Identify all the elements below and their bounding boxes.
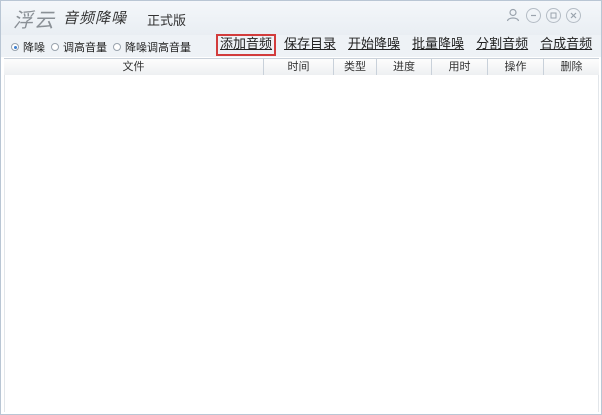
title-bar[interactable]: 浮云 音频降噪 正式版 bbox=[1, 1, 601, 35]
column-header-delete[interactable]: 删除 bbox=[544, 59, 599, 75]
product-name: 音频降噪 bbox=[63, 9, 128, 27]
mode-denoise-volume-up-radio[interactable]: 降噪调高音量 bbox=[113, 39, 191, 55]
mode-label: 调高音量 bbox=[63, 41, 107, 54]
file-list[interactable] bbox=[4, 75, 599, 412]
mode-label: 降噪调高音量 bbox=[125, 41, 191, 54]
column-header-elapsed[interactable]: 用时 bbox=[432, 59, 488, 75]
column-header-operation[interactable]: 操作 bbox=[488, 59, 544, 75]
minimize-icon[interactable] bbox=[526, 8, 541, 23]
mode-denoise-radio[interactable]: 降噪 bbox=[11, 39, 45, 55]
radio-selected-icon bbox=[11, 43, 19, 51]
radio-unselected-icon bbox=[113, 43, 121, 51]
window-controls bbox=[504, 6, 581, 23]
split-audio-button[interactable]: 分割音频 bbox=[474, 36, 530, 54]
batch-denoise-button[interactable]: 批量降噪 bbox=[410, 36, 466, 54]
radio-unselected-icon bbox=[51, 43, 59, 51]
mode-label: 降噪 bbox=[23, 41, 45, 54]
start-denoise-button[interactable]: 开始降噪 bbox=[346, 36, 402, 54]
toolbar: 降噪 调高音量 降噪调高音量 添加音频 保存目录 开始降噪 批量降噪 分割音频 … bbox=[1, 34, 601, 57]
column-header-type[interactable]: 类型 bbox=[334, 59, 377, 75]
merge-audio-button[interactable]: 合成音频 bbox=[538, 36, 594, 54]
brand-logo: 浮云 bbox=[13, 8, 55, 32]
column-header-file[interactable]: 文件 bbox=[4, 59, 264, 75]
column-header-time[interactable]: 时间 bbox=[264, 59, 334, 75]
action-links: 添加音频 保存目录 开始降噪 批量降噪 分割音频 合成音频 bbox=[215, 34, 594, 56]
user-icon[interactable] bbox=[504, 6, 521, 23]
save-directory-button[interactable]: 保存目录 bbox=[282, 36, 338, 54]
add-audio-button[interactable]: 添加音频 bbox=[215, 34, 277, 56]
maximize-icon[interactable] bbox=[546, 8, 561, 23]
edition-label: 正式版 bbox=[147, 14, 187, 29]
close-icon[interactable] bbox=[566, 8, 581, 23]
file-table-header: 文件 时间 类型 进度 用时 操作 删除 bbox=[4, 58, 599, 76]
mode-selector: 降噪 调高音量 降噪调高音量 bbox=[11, 39, 191, 55]
app-window: 浮云 音频降噪 正式版 降噪 调高音量 降噪调高音量 添加音频 保存目录 开始降… bbox=[0, 0, 602, 415]
column-header-progress[interactable]: 进度 bbox=[377, 59, 432, 75]
mode-volume-up-radio[interactable]: 调高音量 bbox=[51, 39, 107, 55]
